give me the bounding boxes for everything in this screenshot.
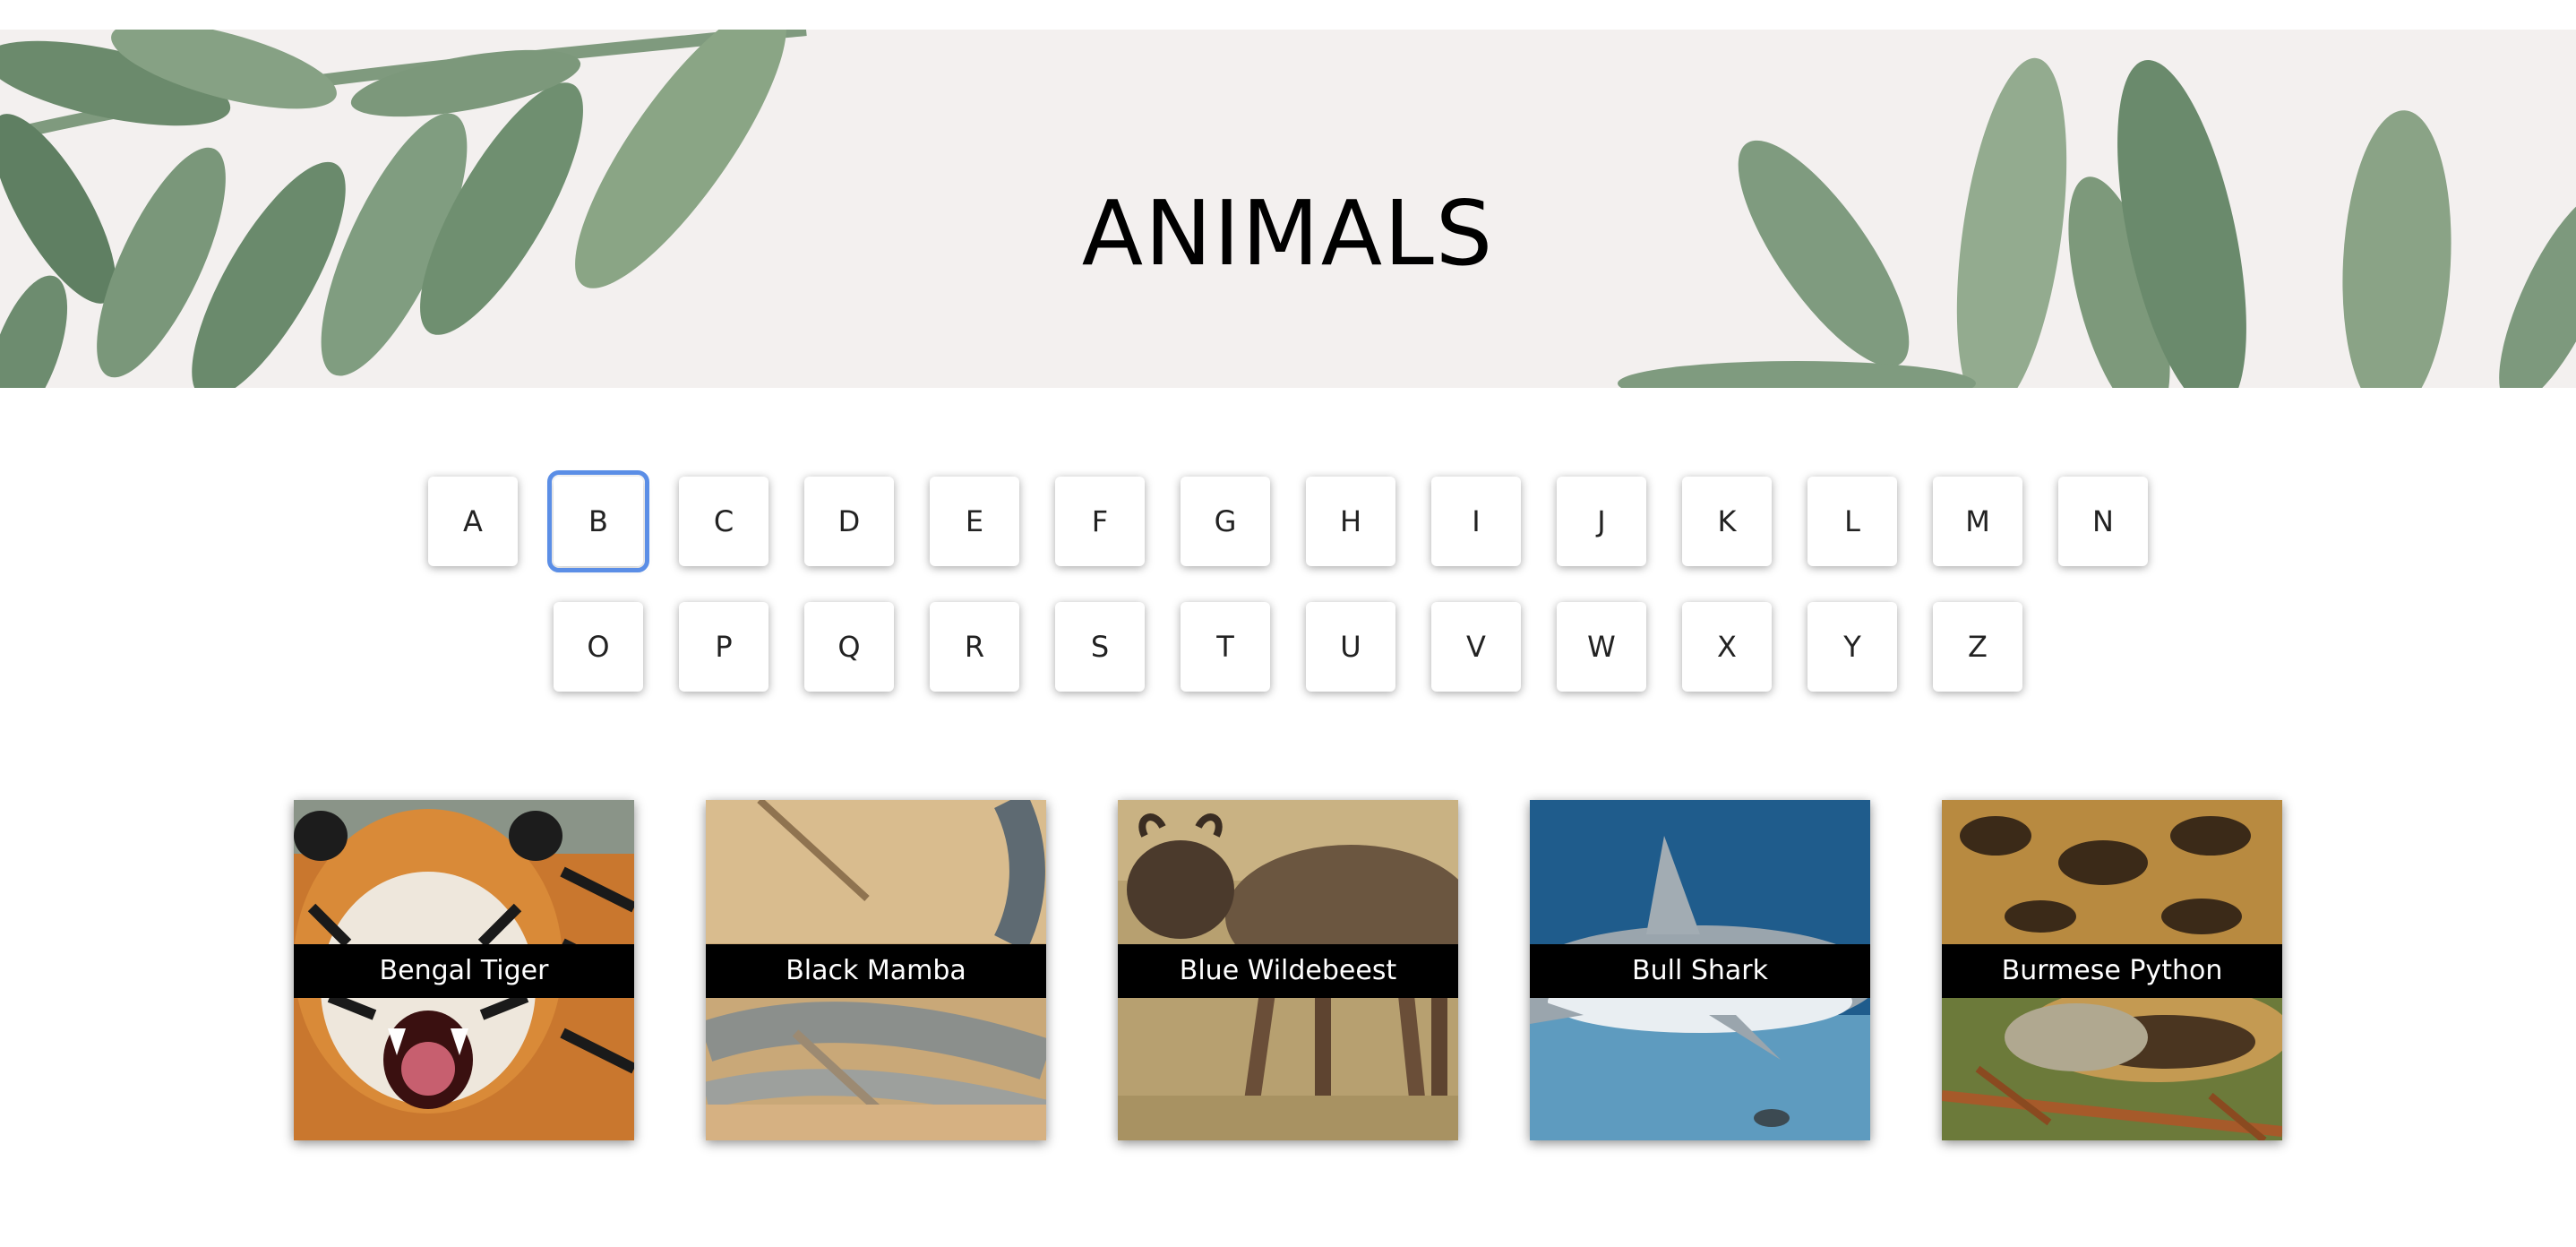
- animal-card-label: Bull Shark: [1530, 944, 1870, 998]
- animal-card-label: Bengal Tiger: [294, 944, 634, 998]
- letter-button-s[interactable]: S: [1055, 602, 1145, 692]
- letter-button-c[interactable]: C: [679, 477, 769, 566]
- animal-card-label: Black Mamba: [706, 944, 1046, 998]
- letter-button-i[interactable]: I: [1431, 477, 1521, 566]
- letter-button-x[interactable]: X: [1682, 602, 1772, 692]
- alphabet-row-1: ABCDEFGHIJKLMN: [0, 470, 2576, 572]
- letter-button-y[interactable]: Y: [1807, 602, 1897, 692]
- letter-button-j[interactable]: J: [1557, 477, 1646, 566]
- letter-button-v[interactable]: V: [1431, 602, 1521, 692]
- letter-button-b[interactable]: B: [547, 470, 649, 572]
- alphabet-filter: ABCDEFGHIJKLMN OPQRSTUVWXYZ: [0, 470, 2576, 727]
- letter-button-q[interactable]: Q: [804, 602, 894, 692]
- animal-card[interactable]: Blue Wildebeest: [1118, 800, 1458, 1140]
- letter-button-e[interactable]: E: [930, 477, 1019, 566]
- animal-card-label: Burmese Python: [1942, 944, 2282, 998]
- letter-button-w[interactable]: W: [1557, 602, 1646, 692]
- letter-button-h[interactable]: H: [1306, 477, 1395, 566]
- page-title: ANIMALS: [1081, 181, 1495, 286]
- letter-button-t[interactable]: T: [1181, 602, 1270, 692]
- letter-button-k[interactable]: K: [1682, 477, 1772, 566]
- letter-button-a[interactable]: A: [428, 477, 518, 566]
- letter-button-z[interactable]: Z: [1933, 602, 2022, 692]
- letter-button-n[interactable]: N: [2058, 477, 2148, 566]
- animal-card-grid: Bengal Tiger Black Mamba Blue Wildebeest…: [0, 800, 2576, 1140]
- animal-card-label: Blue Wildebeest: [1118, 944, 1458, 998]
- letter-button-o[interactable]: O: [554, 602, 643, 692]
- letter-button-r[interactable]: R: [930, 602, 1019, 692]
- animal-card[interactable]: Bengal Tiger: [294, 800, 634, 1140]
- letter-button-f[interactable]: F: [1055, 477, 1145, 566]
- alphabet-row-2: OPQRSTUVWXYZ: [0, 602, 2576, 692]
- letter-button-m[interactable]: M: [1933, 477, 2022, 566]
- animal-card[interactable]: Black Mamba: [706, 800, 1046, 1140]
- letter-button-p[interactable]: P: [679, 602, 769, 692]
- letter-button-g[interactable]: G: [1181, 477, 1270, 566]
- letter-button-d[interactable]: D: [804, 477, 894, 566]
- letter-button-l[interactable]: L: [1807, 477, 1897, 566]
- header-banner: ANIMALS: [0, 30, 2576, 388]
- animal-card[interactable]: Bull Shark: [1530, 800, 1870, 1140]
- letter-button-u[interactable]: U: [1306, 602, 1395, 692]
- animal-card[interactable]: Burmese Python: [1942, 800, 2282, 1140]
